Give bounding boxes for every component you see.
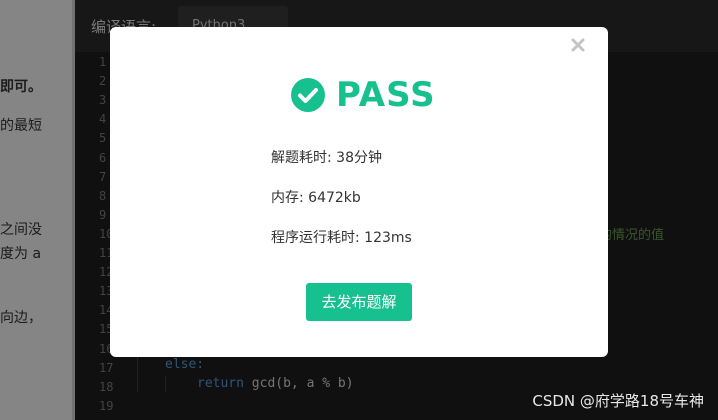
- stat-value: 6472kb: [308, 190, 361, 206]
- memory-stat: 内存: 6472kb: [271, 187, 361, 207]
- publish-solution-button[interactable]: 去发布题解: [306, 283, 412, 321]
- pass-label: PASS: [336, 75, 436, 115]
- solve-time-stat: 解题耗时: 38分钟: [271, 147, 382, 167]
- stat-value: 38分钟: [336, 150, 382, 166]
- result-dialog: PASS 解题耗时: 38分钟 内存: 6472kb 程序运行耗时: 123ms…: [110, 27, 608, 357]
- stat-label: 程序运行耗时:: [271, 230, 365, 246]
- close-icon[interactable]: [570, 37, 586, 53]
- stat-label: 解题耗时:: [271, 150, 337, 166]
- check-circle-icon: [291, 78, 325, 112]
- watermark: CSDN @府学路18号车神: [532, 392, 704, 410]
- runtime-stat: 程序运行耗时: 123ms: [271, 227, 412, 247]
- stat-label: 内存:: [271, 190, 309, 206]
- pass-status: PASS: [290, 75, 436, 115]
- stat-value: 123ms: [364, 230, 412, 246]
